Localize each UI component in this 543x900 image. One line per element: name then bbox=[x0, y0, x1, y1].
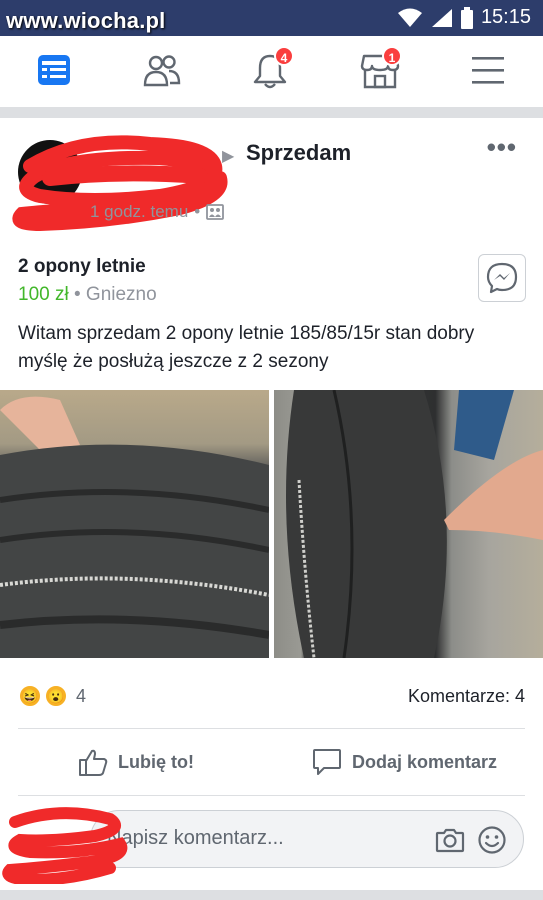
tire-photo-2[interactable] bbox=[274, 390, 543, 658]
friends-icon bbox=[143, 55, 181, 87]
status-bar: www.wiocha.pl 15:15 bbox=[0, 0, 543, 36]
post-time[interactable]: 1 godz. temu bbox=[90, 202, 188, 222]
commenter-avatar-redaction bbox=[2, 807, 128, 884]
tire-photo-2-image bbox=[286, 390, 543, 658]
post-meta: 1 godz. temu • bbox=[90, 202, 225, 222]
group-name[interactable]: Sprzedam bbox=[246, 140, 351, 166]
group-arrow-icon: ▶ bbox=[222, 148, 235, 165]
item-location: Gniezno bbox=[85, 284, 157, 305]
post-text: Witam sprzedam 2 opony letnie 185/85/15r… bbox=[18, 323, 475, 372]
clock: 15:15 bbox=[480, 6, 531, 28]
nav-notifications[interactable]: 4 bbox=[252, 46, 294, 92]
message-seller-button[interactable] bbox=[478, 254, 526, 302]
add-comment-button[interactable]: Dodaj komentarz bbox=[312, 740, 497, 784]
status-icons: 15:15 bbox=[397, 6, 531, 29]
notifications-badge: 4 bbox=[274, 46, 294, 66]
nav-friends[interactable] bbox=[142, 52, 182, 92]
comment-placeholder: Napisz komentarz... bbox=[107, 827, 284, 849]
nav-marketplace[interactable]: 1 bbox=[360, 46, 402, 92]
comment-input[interactable]: Napisz komentarz... bbox=[90, 810, 524, 868]
more-options-button[interactable]: ••• bbox=[487, 132, 517, 163]
watermark: www.wiocha.pl bbox=[6, 8, 166, 33]
battery-icon bbox=[460, 6, 473, 29]
divider bbox=[18, 728, 525, 729]
item-price: 100 zł bbox=[18, 284, 69, 305]
hamburger-icon bbox=[472, 57, 504, 84]
item-title: 2 opony letnie bbox=[18, 256, 146, 277]
thumbs-up-icon bbox=[79, 749, 108, 776]
wow-reaction-icon: 😮 bbox=[44, 684, 68, 708]
wifi-icon bbox=[397, 8, 422, 27]
comment-icon bbox=[313, 749, 341, 775]
tire-photo-1-image bbox=[0, 396, 269, 658]
news-feed-icon bbox=[38, 55, 70, 85]
emoji-icon[interactable] bbox=[477, 825, 507, 855]
reaction-count: 4 bbox=[76, 685, 87, 706]
like-button[interactable]: Lubię to! bbox=[78, 740, 194, 784]
haha-reaction-icon: 😆 bbox=[18, 684, 42, 708]
marketplace-badge: 1 bbox=[382, 46, 402, 66]
signal-icon bbox=[431, 8, 452, 27]
camera-icon[interactable] bbox=[435, 825, 465, 855]
price-location-row: 100 zł • Gniezno bbox=[18, 284, 157, 306]
divider bbox=[18, 795, 525, 796]
location-separator: • bbox=[68, 284, 86, 305]
like-label: Lubię to! bbox=[118, 751, 194, 772]
messenger-icon bbox=[486, 262, 518, 294]
comment-label: Dodaj komentarz bbox=[352, 751, 498, 772]
comments-count[interactable]: Komentarze: 4 bbox=[408, 686, 525, 707]
nav-news-feed[interactable] bbox=[36, 52, 76, 92]
marketplace-post: ▶ Sprzedam ••• 1 godz. temu • 2 opony le… bbox=[0, 118, 543, 890]
tire-photo-1[interactable] bbox=[0, 390, 269, 658]
top-navbar: 4 1 bbox=[0, 36, 543, 108]
reactions-summary[interactable]: 😆 😮 4 bbox=[18, 684, 86, 708]
group-privacy-icon bbox=[206, 204, 225, 220]
nav-menu[interactable] bbox=[470, 52, 510, 92]
meta-separator: • bbox=[194, 202, 201, 221]
